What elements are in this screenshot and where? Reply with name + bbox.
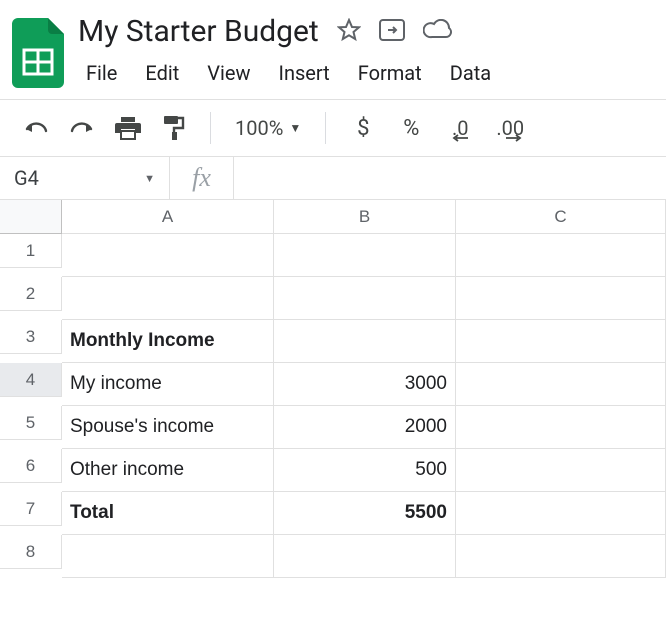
fx-icon: fx [170, 157, 234, 199]
menu-format[interactable]: Format [346, 57, 434, 89]
row-header[interactable]: 2 [0, 277, 62, 311]
cell-c4[interactable] [456, 363, 666, 406]
cell-b8[interactable] [274, 535, 456, 578]
row-header[interactable]: 6 [0, 449, 62, 483]
row-header[interactable]: 1 [0, 234, 62, 268]
print-button[interactable] [108, 108, 148, 148]
column-header-a[interactable]: A [62, 200, 274, 234]
cell-b7[interactable]: 5500 [274, 492, 456, 535]
move-icon[interactable] [379, 19, 405, 45]
zoom-value: 100% [235, 116, 283, 140]
cell-a6[interactable]: Other income [62, 449, 274, 492]
cell-c7[interactable] [456, 492, 666, 535]
redo-button[interactable] [62, 108, 102, 148]
caret-down-icon: ▼ [144, 172, 155, 185]
menu-edit[interactable]: Edit [133, 57, 191, 89]
caret-down-icon: ▼ [289, 121, 301, 135]
cell-b3[interactable] [274, 320, 456, 363]
format-percent-button[interactable]: % [390, 116, 432, 141]
cell-a1[interactable] [62, 234, 274, 277]
cell-a5[interactable]: Spouse's income [62, 406, 274, 449]
menu-bar: File Edit View Insert Format Data [74, 57, 666, 89]
increase-decimal-button[interactable]: .00 [488, 116, 532, 140]
cell-c8[interactable] [456, 535, 666, 578]
cell-a8[interactable] [62, 535, 274, 578]
zoom-dropdown[interactable]: 100% ▼ [227, 116, 309, 140]
undo-button[interactable] [16, 108, 56, 148]
toolbar: 100% ▼ $ % .0 .00 [0, 100, 666, 156]
column-header-b[interactable]: B [274, 200, 456, 234]
cell-a7[interactable]: Total [62, 492, 274, 535]
cell-b4[interactable]: 3000 [274, 363, 456, 406]
row-header[interactable]: 5 [0, 406, 62, 440]
cell-b2[interactable] [274, 277, 456, 320]
cloud-status-icon[interactable] [423, 19, 453, 45]
name-box-value: G4 [14, 166, 39, 190]
cell-b1[interactable] [274, 234, 456, 277]
spreadsheet-grid: A B C 1 2 3 Monthly Income 4 My income 3… [0, 200, 666, 578]
row-header[interactable]: 3 [0, 320, 62, 354]
cell-c2[interactable] [456, 277, 666, 320]
sheets-app-icon[interactable] [12, 18, 64, 88]
select-all-corner[interactable] [0, 200, 62, 234]
star-icon[interactable] [337, 18, 361, 46]
name-box[interactable]: G4 ▼ [0, 157, 170, 199]
paint-format-button[interactable] [154, 108, 194, 148]
menu-insert[interactable]: Insert [267, 57, 342, 89]
cell-a4[interactable]: My income [62, 363, 274, 406]
row-header[interactable]: 8 [0, 535, 62, 569]
row-header[interactable]: 4 [0, 363, 62, 397]
cell-c6[interactable] [456, 449, 666, 492]
menu-file[interactable]: File [74, 57, 129, 89]
menu-view[interactable]: View [195, 57, 262, 89]
cell-b5[interactable]: 2000 [274, 406, 456, 449]
cell-a3[interactable]: Monthly Income [62, 320, 274, 363]
column-header-c[interactable]: C [456, 200, 666, 234]
format-currency-button[interactable]: $ [342, 116, 384, 141]
cell-b6[interactable]: 500 [274, 449, 456, 492]
formula-bar-input[interactable] [234, 157, 666, 199]
decrease-decimal-button[interactable]: .0 [438, 116, 482, 140]
menu-data[interactable]: Data [438, 57, 503, 89]
cell-c5[interactable] [456, 406, 666, 449]
cell-c3[interactable] [456, 320, 666, 363]
cell-a2[interactable] [62, 277, 274, 320]
document-title[interactable]: My Starter Budget [74, 12, 323, 51]
row-header[interactable]: 7 [0, 492, 62, 526]
cell-c1[interactable] [456, 234, 666, 277]
